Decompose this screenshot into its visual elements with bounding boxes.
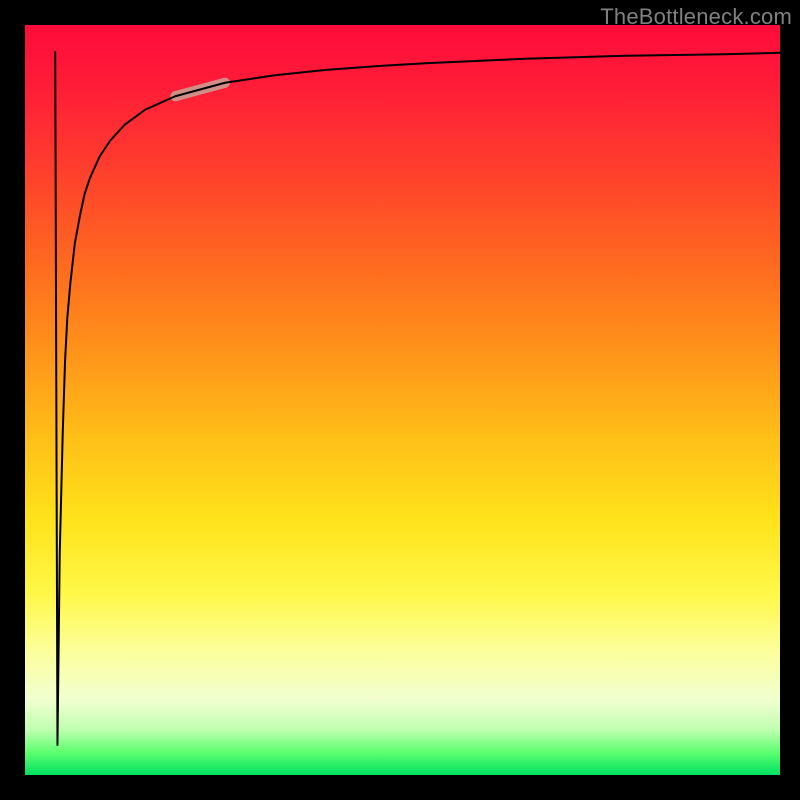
- chart-stage: TheBottleneck.com: [0, 0, 800, 800]
- curve-layer: [25, 25, 780, 775]
- plot-area: [25, 25, 780, 775]
- main-curve: [55, 52, 780, 745]
- watermark-text: TheBottleneck.com: [600, 4, 792, 30]
